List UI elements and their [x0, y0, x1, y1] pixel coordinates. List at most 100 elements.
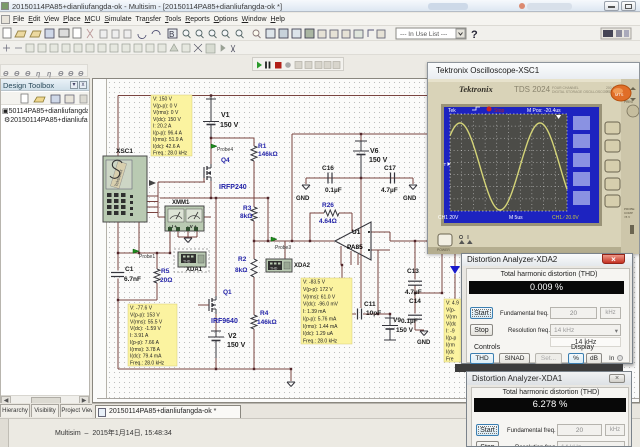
- svg-text:I(p-p: I(p-p: [446, 336, 457, 342]
- svg-text:Ɵ: Ɵ: [78, 71, 84, 78]
- svg-text:R1: R1: [258, 143, 267, 150]
- svg-text:GND: GND: [403, 196, 417, 202]
- svg-text:R5: R5: [161, 268, 170, 275]
- svg-text:XDA1: XDA1: [186, 267, 203, 273]
- svg-text:Tek: Tek: [448, 108, 456, 114]
- svg-text:I(p-p): 5.76 mA: I(p-p): 5.76 mA: [303, 317, 337, 323]
- svg-text:Probe1: Probe1: [139, 254, 155, 260]
- svg-text:I(dc): 42.6 A: I(dc): 42.6 A: [153, 144, 181, 150]
- svg-text:V(p-p): 153 V: V(p-p): 153 V: [130, 313, 160, 319]
- svg-text:Probe4: Probe4: [217, 147, 233, 153]
- svg-text:V: -77.6 V: V: -77.6 V: [130, 306, 153, 312]
- svg-text:DIGITAL STORAGE OSCILLOSCOPE: DIGITAL STORAGE OSCILLOSCOPE: [552, 90, 611, 94]
- svg-text:V2: V2: [228, 333, 237, 340]
- svg-text:C14: C14: [409, 298, 421, 305]
- svg-text:I(p-p): 96.4 A: I(p-p): 96.4 A: [153, 130, 183, 136]
- svg-text:V6: V6: [370, 148, 379, 155]
- svg-text:V(rms): 55.5 V: V(rms): 55.5 V: [130, 319, 163, 325]
- svg-text:I: 20.2 A: I: 20.2 A: [153, 124, 172, 130]
- svg-text:ƞ: ƞ: [47, 71, 51, 78]
- svg-text:IRF9640: IRF9640: [211, 318, 238, 325]
- svg-text:M Pos: -20.4us: M Pos: -20.4us: [527, 108, 561, 114]
- svg-text:U1: U1: [352, 229, 361, 236]
- svg-text:I(rms): 1.44 mA: I(rms): 1.44 mA: [303, 324, 338, 330]
- svg-text:6.7nF: 6.7nF: [124, 276, 141, 283]
- svg-text:Q4: Q4: [221, 157, 230, 164]
- svg-text:I(dc: I(dc: [446, 350, 455, 356]
- svg-text:PRINT: PRINT: [624, 100, 634, 104]
- svg-text:≈5 V: ≈5 V: [624, 215, 630, 219]
- svg-text:R3: R3: [243, 205, 252, 212]
- svg-text:Ɵ: Ɵ: [68, 71, 74, 78]
- svg-text:C11: C11: [364, 301, 376, 308]
- svg-text:V(p-p): 172 V: V(p-p): 172 V: [303, 287, 333, 293]
- svg-text:Probe3: Probe3: [275, 245, 291, 251]
- svg-text:Freq.: 28.0 kHz: Freq.: 28.0 kHz: [130, 361, 165, 367]
- svg-text:Freq.: 28.0 kHz: Freq.: 28.0 kHz: [153, 151, 188, 157]
- svg-text:I(p-p): 7.66 A: I(p-p): 7.66 A: [130, 340, 160, 346]
- svg-text:I: -9: I: -9: [446, 329, 455, 335]
- svg-text:Fre: Fre: [446, 357, 454, 363]
- svg-text:150 V: 150 V: [369, 157, 388, 164]
- svg-text:Ɵ: Ɵ: [25, 71, 31, 78]
- svg-text:V(dc): -96.0 mV: V(dc): -96.0 mV: [303, 302, 339, 308]
- svg-text:--- In Use List ---: --- In Use List ---: [400, 31, 447, 38]
- svg-text:XDA2: XDA2: [294, 263, 311, 269]
- svg-text:R2: R2: [238, 256, 247, 263]
- svg-text:XMM1: XMM1: [172, 200, 190, 206]
- svg-text:I(rms): 3.78 A: I(rms): 3.78 A: [130, 347, 161, 353]
- svg-text:Q1: Q1: [223, 289, 232, 296]
- svg-text:Ɵ: Ɵ: [58, 71, 64, 78]
- svg-text:0.1µF: 0.1µF: [325, 187, 342, 194]
- svg-text:V: 4.9: V: 4.9: [446, 301, 459, 307]
- svg-text:8kΩ: 8kΩ: [235, 267, 247, 274]
- svg-text:V1: V1: [221, 112, 230, 119]
- svg-text:GND: GND: [417, 340, 431, 346]
- svg-text:10pF: 10pF: [366, 310, 381, 317]
- svg-text:MTS: MTS: [615, 92, 624, 97]
- svg-text:R26: R26: [322, 202, 334, 209]
- svg-text:?: ?: [471, 29, 478, 41]
- svg-text:I(dc): 79.4 mA: I(dc): 79.4 mA: [130, 354, 162, 360]
- svg-text:V(p-: V(p-: [446, 308, 456, 314]
- svg-text:IRFP240: IRFP240: [219, 184, 247, 191]
- svg-text:C16: C16: [322, 165, 334, 172]
- svg-text:R4: R4: [260, 310, 269, 317]
- svg-text:146kΩ: 146kΩ: [258, 151, 278, 158]
- svg-text:THD: THD: [183, 260, 191, 264]
- svg-text:V: 150 V: V: 150 V: [153, 97, 173, 103]
- svg-text:Ɵ: Ɵ: [14, 71, 20, 78]
- svg-text:146kΩ: 146kΩ: [257, 319, 277, 326]
- svg-text:20Ω: 20Ω: [160, 277, 172, 284]
- svg-text:ƞ: ƞ: [36, 71, 40, 78]
- svg-text:V(rms): 61.0 V: V(rms): 61.0 V: [303, 294, 336, 300]
- svg-text:150 V: 150 V: [227, 342, 246, 349]
- svg-text:TDS 2024: TDS 2024: [514, 85, 551, 94]
- svg-text:4.7µF: 4.7µF: [381, 187, 398, 194]
- svg-text:V(dc: V(dc: [446, 322, 457, 328]
- svg-text:I(dc): 1.29 uA: I(dc): 1.29 uA: [303, 331, 334, 337]
- svg-text:4.64Ω: 4.64Ω: [319, 218, 337, 225]
- svg-text:4.7µF: 4.7µF: [405, 289, 422, 296]
- svg-text:0.1µF: 0.1µF: [401, 318, 418, 325]
- svg-text:THD: THD: [270, 267, 278, 271]
- svg-text:8kΩ: 8kΩ: [240, 213, 252, 220]
- svg-text:B: B: [169, 30, 174, 39]
- svg-text:CH1 ∕ 20.0V: CH1 ∕ 20.0V: [552, 215, 579, 221]
- svg-text:V(dc): 150 V: V(dc): 150 V: [153, 117, 181, 123]
- svg-text:I: 1.39 mA: I: 1.39 mA: [303, 309, 326, 315]
- svg-text:CH1 20V: CH1 20V: [438, 215, 459, 221]
- svg-text:PA85: PA85: [347, 244, 363, 251]
- svg-text:XSC1: XSC1: [116, 148, 133, 155]
- svg-text:M 5us: M 5us: [509, 215, 523, 221]
- svg-text:I: 3.91 A: I: 3.91 A: [130, 333, 149, 339]
- svg-text:V(rms): 0 V: V(rms): 0 V: [153, 110, 179, 116]
- svg-text:Tektronix: Tektronix: [459, 84, 493, 94]
- svg-text:Stop: Stop: [494, 108, 505, 114]
- svg-text:POWER: POWER: [437, 248, 450, 252]
- svg-text:150 V: 150 V: [396, 327, 414, 334]
- svg-text:I(rm: I(rm: [446, 343, 455, 349]
- svg-text:Freq.: 28.0 kHz: Freq.: 28.0 kHz: [303, 339, 338, 345]
- svg-text:C17: C17: [384, 165, 396, 172]
- svg-text:Ɵ: Ɵ: [3, 71, 9, 78]
